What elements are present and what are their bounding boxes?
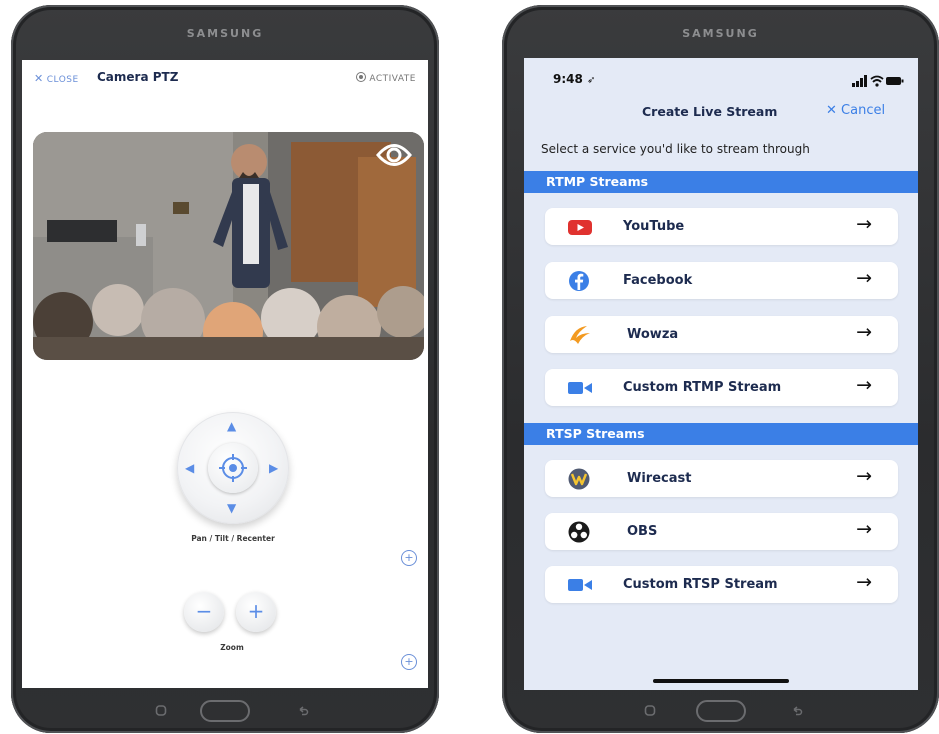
- home-button[interactable]: [695, 700, 746, 722]
- wirecast-icon: [567, 468, 593, 490]
- camera-feed-image: [33, 132, 424, 360]
- arrow-right-icon: →: [856, 321, 872, 343]
- cancel-button[interactable]: ✕ Cancel: [826, 103, 885, 118]
- service-label: OBS: [627, 524, 658, 539]
- ptz-screen: ✕ CLOSE Camera PTZ ACTIVATE ▲ ▼ ◀ ▶ Pan …: [22, 60, 428, 688]
- pan-tilt-label: Pan / Tilt / Recenter: [191, 534, 275, 543]
- ptz-header: ✕ CLOSE Camera PTZ ACTIVATE: [22, 60, 428, 100]
- arrow-right-icon: →: [856, 465, 872, 487]
- service-custom-rtmp[interactable]: Custom RTMP Stream →: [545, 369, 898, 406]
- tilt-down-arrow-icon[interactable]: ▼: [227, 502, 236, 514]
- recent-apps-icon[interactable]: [644, 702, 656, 721]
- activate-button[interactable]: ACTIVATE: [356, 72, 416, 84]
- video-camera-icon: [567, 574, 593, 596]
- close-button[interactable]: ✕ CLOSE: [34, 72, 79, 85]
- service-label: Custom RTMP Stream: [623, 380, 782, 395]
- service-label: Wirecast: [627, 471, 692, 486]
- page-title: Create Live Stream: [642, 104, 778, 119]
- service-youtube[interactable]: YouTube →: [545, 208, 898, 245]
- android-nav-bar: [502, 689, 939, 733]
- crosshair-icon: [219, 454, 247, 482]
- wifi-icon: [870, 75, 884, 87]
- battery-icon: [886, 77, 904, 85]
- tilt-up-arrow-icon[interactable]: ▲: [227, 420, 236, 432]
- service-label: YouTube: [623, 219, 685, 234]
- service-label: Wowza: [627, 327, 679, 342]
- section-header-rtsp: RTSP Streams: [524, 423, 918, 445]
- android-nav-bar: [11, 689, 439, 733]
- brand-logo: SAMSUNG: [186, 27, 264, 40]
- add-preset-icon[interactable]: +: [401, 550, 417, 566]
- video-camera-icon: [567, 377, 593, 399]
- zoom-out-button[interactable]: −: [184, 592, 224, 632]
- status-time-text: 9:48: [553, 72, 583, 86]
- pan-right-arrow-icon[interactable]: ▶: [269, 462, 278, 474]
- page-title: Camera PTZ: [97, 70, 179, 84]
- service-wowza[interactable]: Wowza →: [545, 316, 898, 353]
- recent-apps-icon[interactable]: [155, 702, 167, 721]
- zoom-control: − +: [184, 592, 280, 632]
- back-icon[interactable]: [297, 702, 309, 721]
- facebook-icon: [567, 270, 593, 292]
- arrow-right-icon: →: [856, 267, 872, 289]
- status-time: 9:48 ➶: [553, 72, 595, 86]
- service-facebook[interactable]: Facebook →: [545, 262, 898, 299]
- location-arrow-icon: ➶: [587, 75, 596, 86]
- service-obs[interactable]: OBS →: [545, 513, 898, 550]
- brand-logo: SAMSUNG: [682, 27, 759, 40]
- instruction-text: Select a service you'd like to stream th…: [541, 142, 810, 156]
- radio-dot-icon: [356, 72, 367, 82]
- status-bar: 9:48 ➶: [524, 58, 918, 98]
- eye-icon[interactable]: [376, 142, 412, 172]
- nav-header: Create Live Stream ✕ Cancel: [524, 98, 918, 130]
- activate-label: ACTIVATE: [369, 74, 416, 84]
- add-zoom-preset-icon[interactable]: +: [401, 654, 417, 670]
- arrow-right-icon: →: [856, 213, 872, 235]
- live-stream-screen: 9:48 ➶ Create Live Stream ✕ Cancel Selec…: [524, 58, 918, 690]
- close-label: CLOSE: [46, 75, 79, 85]
- pan-tilt-pad[interactable]: ▲ ▼ ◀ ▶: [177, 412, 289, 524]
- signal-icon: [852, 75, 867, 87]
- wowza-icon: [567, 324, 593, 346]
- arrow-right-icon: →: [856, 518, 872, 540]
- service-label: Facebook: [623, 273, 693, 288]
- recenter-button[interactable]: [208, 443, 258, 493]
- pan-left-arrow-icon[interactable]: ◀: [185, 462, 194, 474]
- zoom-label: Zoom: [220, 643, 244, 652]
- home-indicator[interactable]: [653, 679, 789, 683]
- close-icon: ✕: [826, 103, 837, 118]
- service-label: Custom RTSP Stream: [623, 577, 778, 592]
- cancel-label: Cancel: [841, 103, 886, 118]
- home-button[interactable]: [200, 700, 250, 722]
- camera-feed[interactable]: [33, 132, 424, 360]
- zoom-in-button[interactable]: +: [236, 592, 276, 632]
- service-wirecast[interactable]: Wirecast →: [545, 460, 898, 497]
- obs-icon: [567, 521, 593, 543]
- back-icon[interactable]: [791, 702, 803, 721]
- arrow-right-icon: →: [856, 374, 872, 396]
- status-icons: [852, 72, 904, 91]
- section-header-rtmp: RTMP Streams: [524, 171, 918, 193]
- service-custom-rtsp[interactable]: Custom RTSP Stream →: [545, 566, 898, 603]
- close-icon: ✕: [34, 72, 44, 85]
- youtube-icon: [567, 216, 593, 238]
- arrow-right-icon: →: [856, 571, 872, 593]
